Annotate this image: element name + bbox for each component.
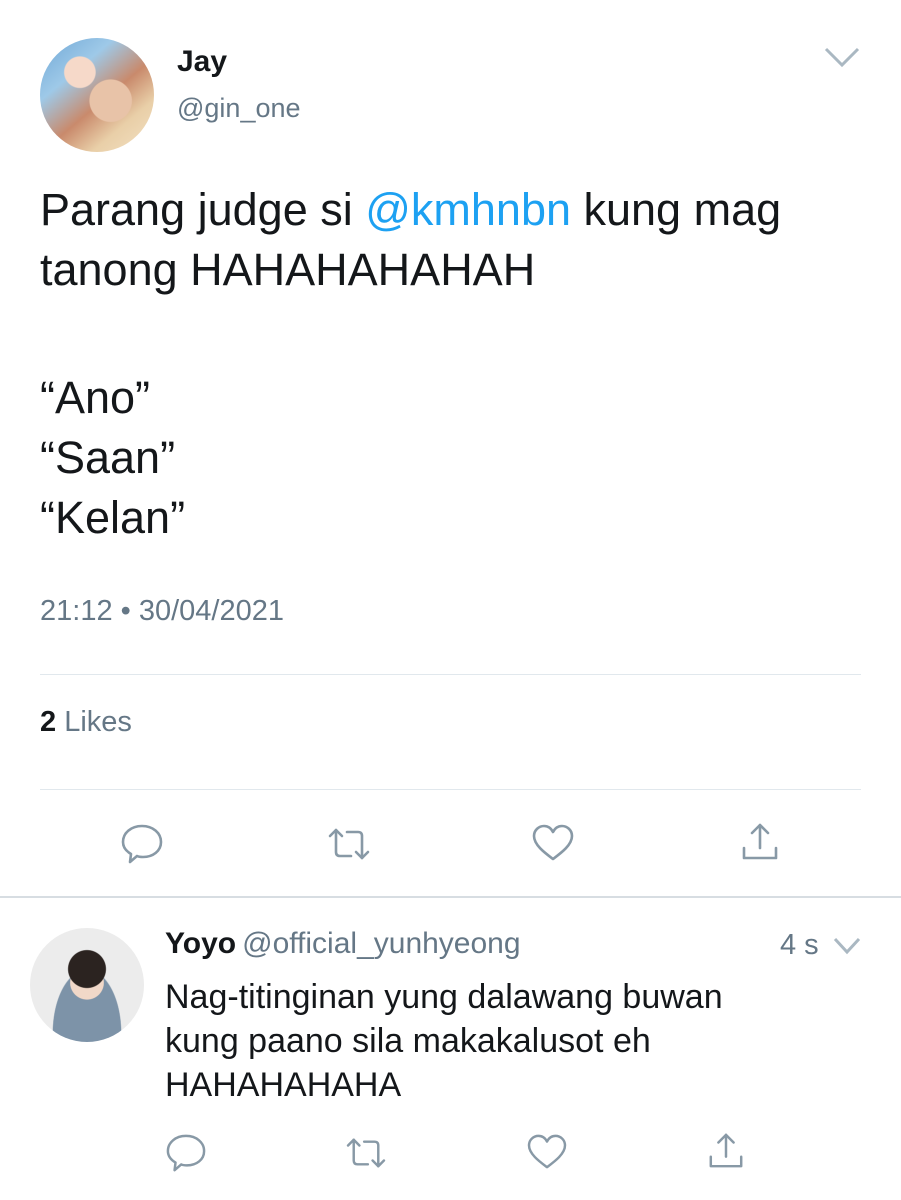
reply-icon[interactable] — [165, 1133, 207, 1173]
share-icon[interactable] — [707, 1132, 745, 1170]
main-tweet: Jay @gin_one Parang judge si @kmhnbn kun… — [0, 0, 901, 897]
quote-line: “Kelan” — [40, 492, 186, 543]
reply-author-name[interactable]: Yoyo — [165, 927, 236, 960]
author-handle[interactable]: @gin_one — [177, 93, 301, 124]
reply-author-handle[interactable]: @official_yunhyeong — [242, 927, 520, 960]
reply-header: Yoyo @official_yunhyeong — [165, 927, 521, 961]
divider — [40, 789, 861, 790]
tweet-quotes: “Ano” “Saan” “Kelan” — [40, 368, 185, 548]
chevron-down-icon[interactable] — [822, 45, 862, 69]
reply-text-line: kung paano sila makakalusot eh — [165, 1022, 651, 1060]
author-avatar[interactable] — [40, 38, 154, 152]
share-icon[interactable] — [740, 822, 780, 862]
reply-icon[interactable] — [120, 823, 164, 865]
like-icon[interactable] — [531, 824, 575, 862]
likes-label: Likes — [56, 706, 132, 738]
reply-text: Nag-titinginan yung dalawang buwan kung … — [165, 975, 865, 1107]
tweet-text: Parang judge si @kmhnbn kung mag tanong … — [40, 180, 880, 300]
author-name[interactable]: Jay — [177, 45, 227, 79]
likes-count: 2 — [40, 706, 57, 738]
tweet-text-start: Parang judge si — [40, 184, 366, 235]
retweet-icon[interactable] — [345, 1136, 387, 1170]
reply-author-avatar[interactable] — [30, 928, 144, 1042]
thread-divider — [0, 896, 901, 898]
retweet-icon[interactable] — [327, 826, 371, 862]
quote-line: “Ano” — [40, 372, 151, 423]
reply-text-line: HAHAHAHAHA — [165, 1066, 402, 1104]
quote-line: “Saan” — [40, 432, 176, 483]
likes-link[interactable]: 2 Likes — [40, 706, 132, 739]
mention-link[interactable]: @kmhnbn — [365, 184, 571, 235]
like-icon[interactable] — [526, 1134, 568, 1170]
divider — [40, 674, 861, 675]
reply-time: 4 s — [780, 929, 819, 961]
tweet-timestamp: 21:12 • 30/04/2021 — [40, 595, 284, 627]
chevron-down-icon[interactable] — [832, 936, 862, 956]
reply-text-line: Nag-titinginan yung dalawang buwan — [165, 978, 723, 1016]
